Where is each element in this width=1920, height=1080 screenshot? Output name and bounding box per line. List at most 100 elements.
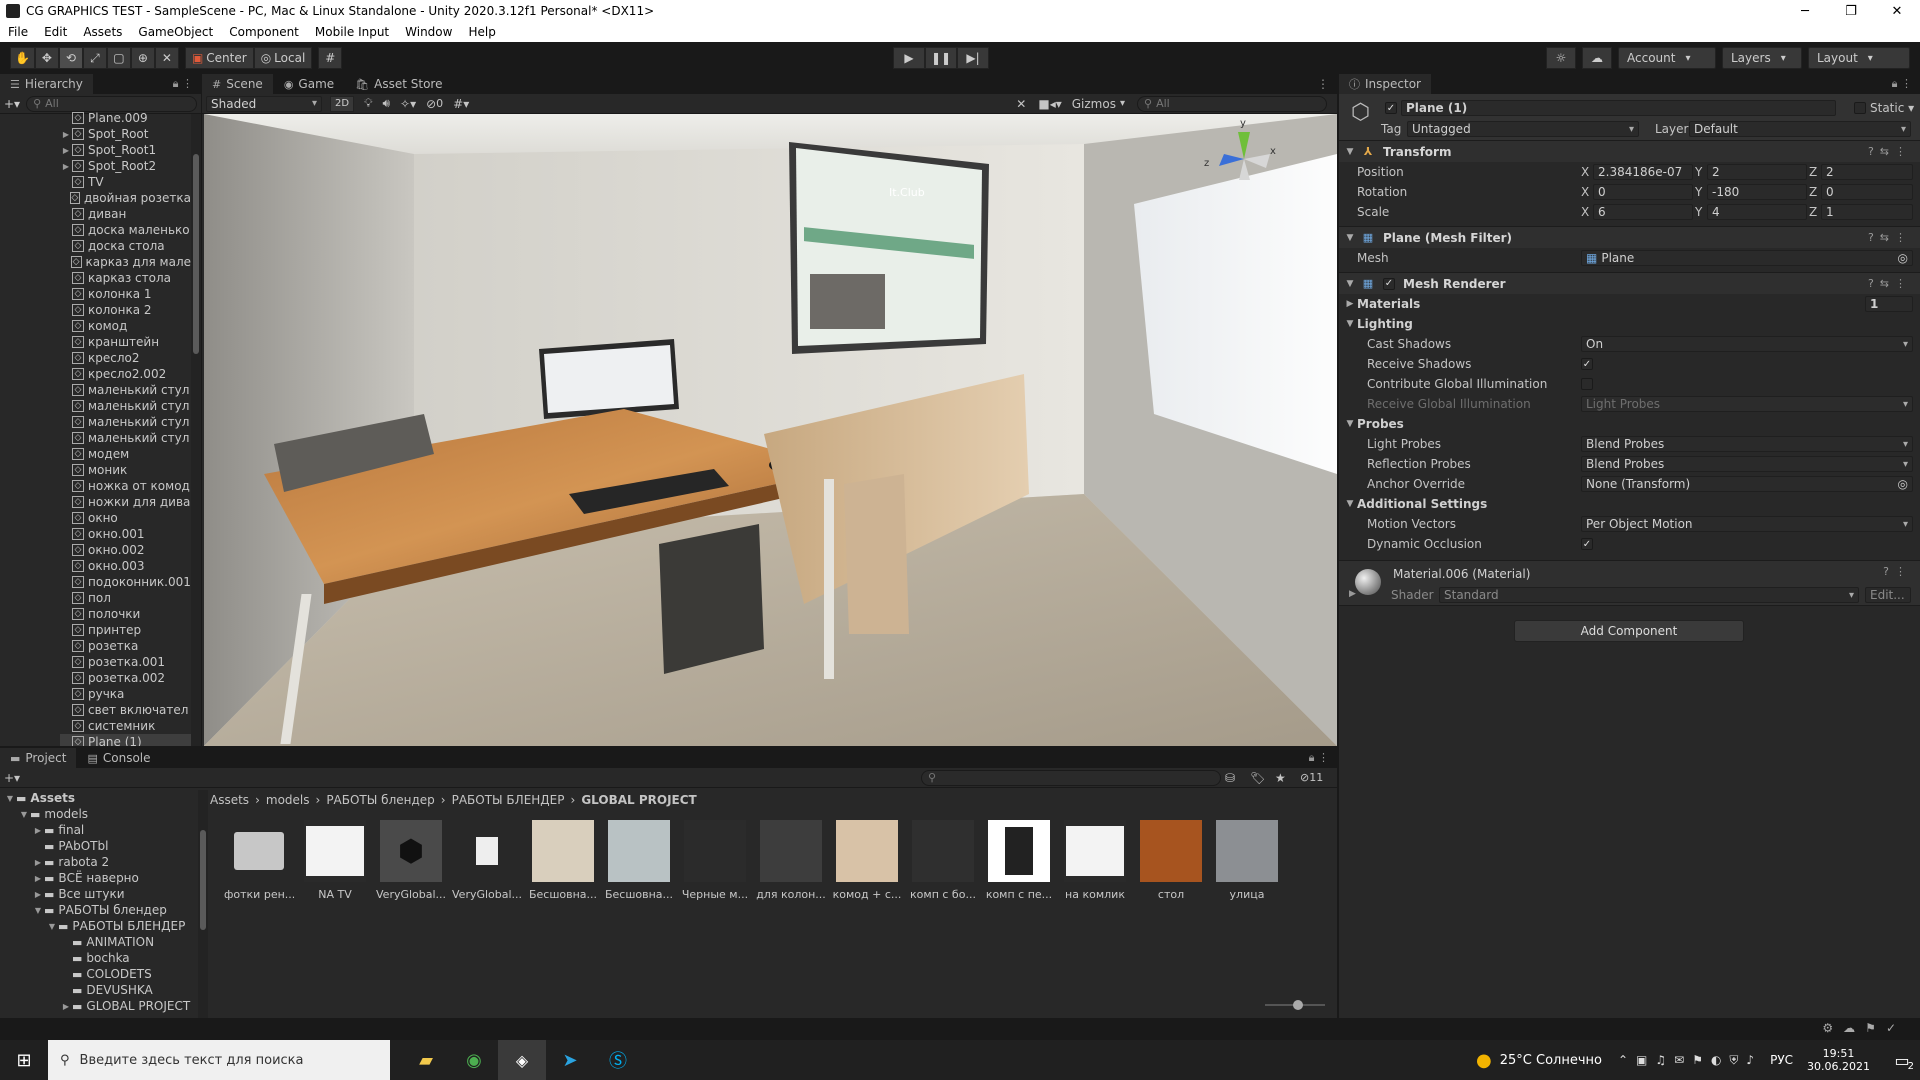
create-asset-button[interactable]: +▾	[4, 771, 20, 785]
hierarchy-item[interactable]: ◇ окно.003	[60, 558, 191, 574]
hierarchy-item[interactable]: ◇ маленький стул	[60, 414, 191, 430]
weather-text[interactable]: 25°C Солнечно	[1500, 1053, 1602, 1068]
tab-hierarchy[interactable]: ☰ Hierarchy	[0, 74, 94, 94]
asset-item[interactable]: для колон...	[756, 820, 826, 901]
rotation-z-field[interactable]: 0	[1821, 184, 1913, 200]
folder-expand-arrow-icon[interactable]: ▶	[32, 858, 44, 867]
hierarchy-item[interactable]: ◇ розетка	[60, 638, 191, 654]
rotation-y-field[interactable]: -180	[1707, 184, 1807, 200]
folder-tree-item[interactable]: ▬ ANIMATION	[0, 934, 198, 950]
menu-edit[interactable]: Edit	[36, 25, 75, 39]
file-explorer-icon[interactable]: ▰	[402, 1040, 450, 1080]
probes-arrow-icon[interactable]: ▼	[1343, 419, 1357, 429]
hierarchy-scrollbar[interactable]	[191, 114, 201, 746]
hierarchy-item[interactable]: ◇ пол	[60, 590, 191, 606]
hierarchy-item[interactable]: ◇ ручка	[60, 686, 191, 702]
breadcrumb-item[interactable]: models	[266, 793, 310, 807]
clock[interactable]: 19:51 30.06.2021	[1807, 1047, 1870, 1073]
hierarchy-item[interactable]: ◇ полочки	[60, 606, 191, 622]
project-tree-scrollbar[interactable]	[198, 790, 208, 1018]
tab-inspector[interactable]: ⓘ Inspector	[1339, 74, 1432, 94]
hierarchy-item[interactable]: ◇ кресло2.002	[60, 366, 191, 382]
position-z-field[interactable]: 2	[1821, 164, 1913, 180]
folder-expand-arrow-icon[interactable]: ▶	[32, 890, 44, 899]
tag-dropdown[interactable]: Untagged	[1407, 121, 1639, 137]
tab-scene[interactable]: # Scene	[202, 74, 274, 94]
hierarchy-item[interactable]: ◇ кресло2	[60, 350, 191, 366]
scene-search-input[interactable]: ⚲ All	[1137, 95, 1327, 112]
hierarchy-item[interactable]: ◇ подоконник.001	[60, 574, 191, 590]
breadcrumb-item[interactable]: РАБОТЫ БЛЕНДЕР	[452, 793, 565, 807]
pivot-center-button[interactable]: ▣ Center	[184, 47, 254, 69]
hierarchy-item[interactable]: ◇ Plane (1)	[60, 734, 191, 746]
material-menu-icon[interactable]: ?⋮	[1883, 565, 1912, 578]
mesh-renderer-enabled-checkbox[interactable]: ✓	[1383, 277, 1395, 290]
asset-item[interactable]: стол	[1136, 820, 1206, 901]
asset-item[interactable]: комп с бо...	[908, 820, 978, 901]
unity-taskbar-icon[interactable]: ◈	[498, 1040, 546, 1080]
folder-expand-arrow-icon[interactable]: ▼	[32, 906, 44, 915]
hierarchy-item[interactable]: ◇ карказ стола	[60, 270, 191, 286]
hierarchy-item[interactable]: ◇ комод	[60, 318, 191, 334]
camera-icon[interactable]: ■◂▾	[1038, 97, 1061, 111]
pivot-local-button[interactable]: ◎ Local	[253, 47, 313, 69]
static-checkbox[interactable]	[1854, 102, 1866, 114]
material-header[interactable]: Material.006 (Material) ▶ Shader Standar…	[1339, 560, 1920, 606]
hierarchy-item[interactable]: ◇ диван	[60, 206, 191, 222]
windows-start-icon[interactable]: ⊞	[0, 1040, 48, 1080]
asset-item[interactable]: ⬢ VeryGlobal...	[376, 820, 446, 901]
asset-item[interactable]: Черные м...	[680, 820, 750, 901]
lighting-arrow-icon[interactable]: ▼	[1343, 319, 1357, 329]
reflection-probes-dropdown[interactable]: Blend Probes	[1581, 456, 1913, 472]
tab-asset-store[interactable]: 🛍︎ Asset Store	[345, 74, 454, 94]
folder-tree-item[interactable]: ▶ ▬ ВСЁ наверно	[0, 870, 198, 886]
object-name-field[interactable]: Plane (1)	[1401, 100, 1836, 116]
pause-button[interactable]: ❚❚	[925, 47, 957, 69]
hierarchy-item[interactable]: ◇ маленький стул	[60, 398, 191, 414]
menu-mobile-input[interactable]: Mobile Input	[307, 25, 397, 39]
position-y-field[interactable]: 2	[1707, 164, 1807, 180]
probes-foldout[interactable]: ▼ Probes	[1339, 414, 1920, 434]
hierarchy-item[interactable]: ◇ розетка.001	[60, 654, 191, 670]
gizmos-dropdown[interactable]: Gizmos	[1072, 97, 1116, 111]
menu-help[interactable]: Help	[460, 25, 503, 39]
hierarchy-item[interactable]: ◇ колонка 2	[60, 302, 191, 318]
close-button[interactable]: ✕	[1874, 4, 1920, 19]
project-tree-scroll-thumb[interactable]	[200, 830, 206, 930]
minimize-button[interactable]: ─	[1782, 4, 1828, 19]
lighting-icon[interactable]: 💡︎	[364, 96, 372, 111]
mode-2d-button[interactable]: 2D	[330, 95, 355, 112]
folder-tree-item[interactable]: ▼ ▬ РАБОТЫ блендер	[0, 902, 198, 918]
inspector-lock-icon[interactable]: 🔒︎ ⋮	[1892, 77, 1912, 91]
hierarchy-item[interactable]: ◇ розетка.002	[60, 670, 191, 686]
materials-count-field[interactable]: 1	[1865, 296, 1913, 312]
maximize-button[interactable]: ❐	[1828, 4, 1874, 19]
add-object-button[interactable]: +▾	[4, 97, 20, 111]
hierarchy-item[interactable]: ◇ принтер	[60, 622, 191, 638]
receive-shadows-checkbox[interactable]: ✓	[1581, 358, 1593, 370]
expand-arrow-icon[interactable]: ▶	[60, 146, 72, 155]
hierarchy-item[interactable]: ◇ Plane.009	[60, 110, 191, 126]
folder-tree-item[interactable]: ▼ ▬ РАБОТЫ БЛЕНДЕР	[0, 918, 198, 934]
materials-arrow-icon[interactable]: ▶	[1343, 299, 1357, 309]
hierarchy-item[interactable]: ◇ свет включател	[60, 702, 191, 718]
mesh-renderer-menu-icon[interactable]: ?⇆⋮	[1868, 277, 1912, 290]
hierarchy-item[interactable]: ◇ окно.002	[60, 542, 191, 558]
mesh-filter-fold-icon[interactable]: ▼	[1343, 233, 1357, 243]
asset-item[interactable]: на комлик	[1060, 820, 1130, 901]
grid-snap-icon[interactable]: #	[318, 47, 343, 69]
hierarchy-item[interactable]: ◇ ножки для дива	[60, 494, 191, 510]
hierarchy-item[interactable]: ▶ ◇ Spot_Root1	[60, 142, 191, 158]
additional-settings-arrow-icon[interactable]: ▼	[1343, 499, 1357, 509]
folder-tree-item[interactable]: ▬ PAbOTbl	[0, 838, 198, 854]
materials-foldout[interactable]: ▶ Materials 1	[1339, 294, 1920, 314]
static-dropdown[interactable]: Static ▾	[1870, 101, 1914, 115]
folder-tree-item[interactable]: ▬ COLODETS	[0, 966, 198, 982]
cloud-icon[interactable]: ☁	[1582, 47, 1612, 69]
position-x-field[interactable]: 2.384186e-07	[1593, 164, 1693, 180]
fold-arrow-icon[interactable]: ▼	[1343, 147, 1357, 157]
menu-window[interactable]: Window	[397, 25, 460, 39]
account-dropdown[interactable]: Account	[1618, 47, 1716, 69]
hierarchy-item[interactable]: ◇ колонка 1	[60, 286, 191, 302]
play-button[interactable]: ▶	[893, 47, 925, 69]
